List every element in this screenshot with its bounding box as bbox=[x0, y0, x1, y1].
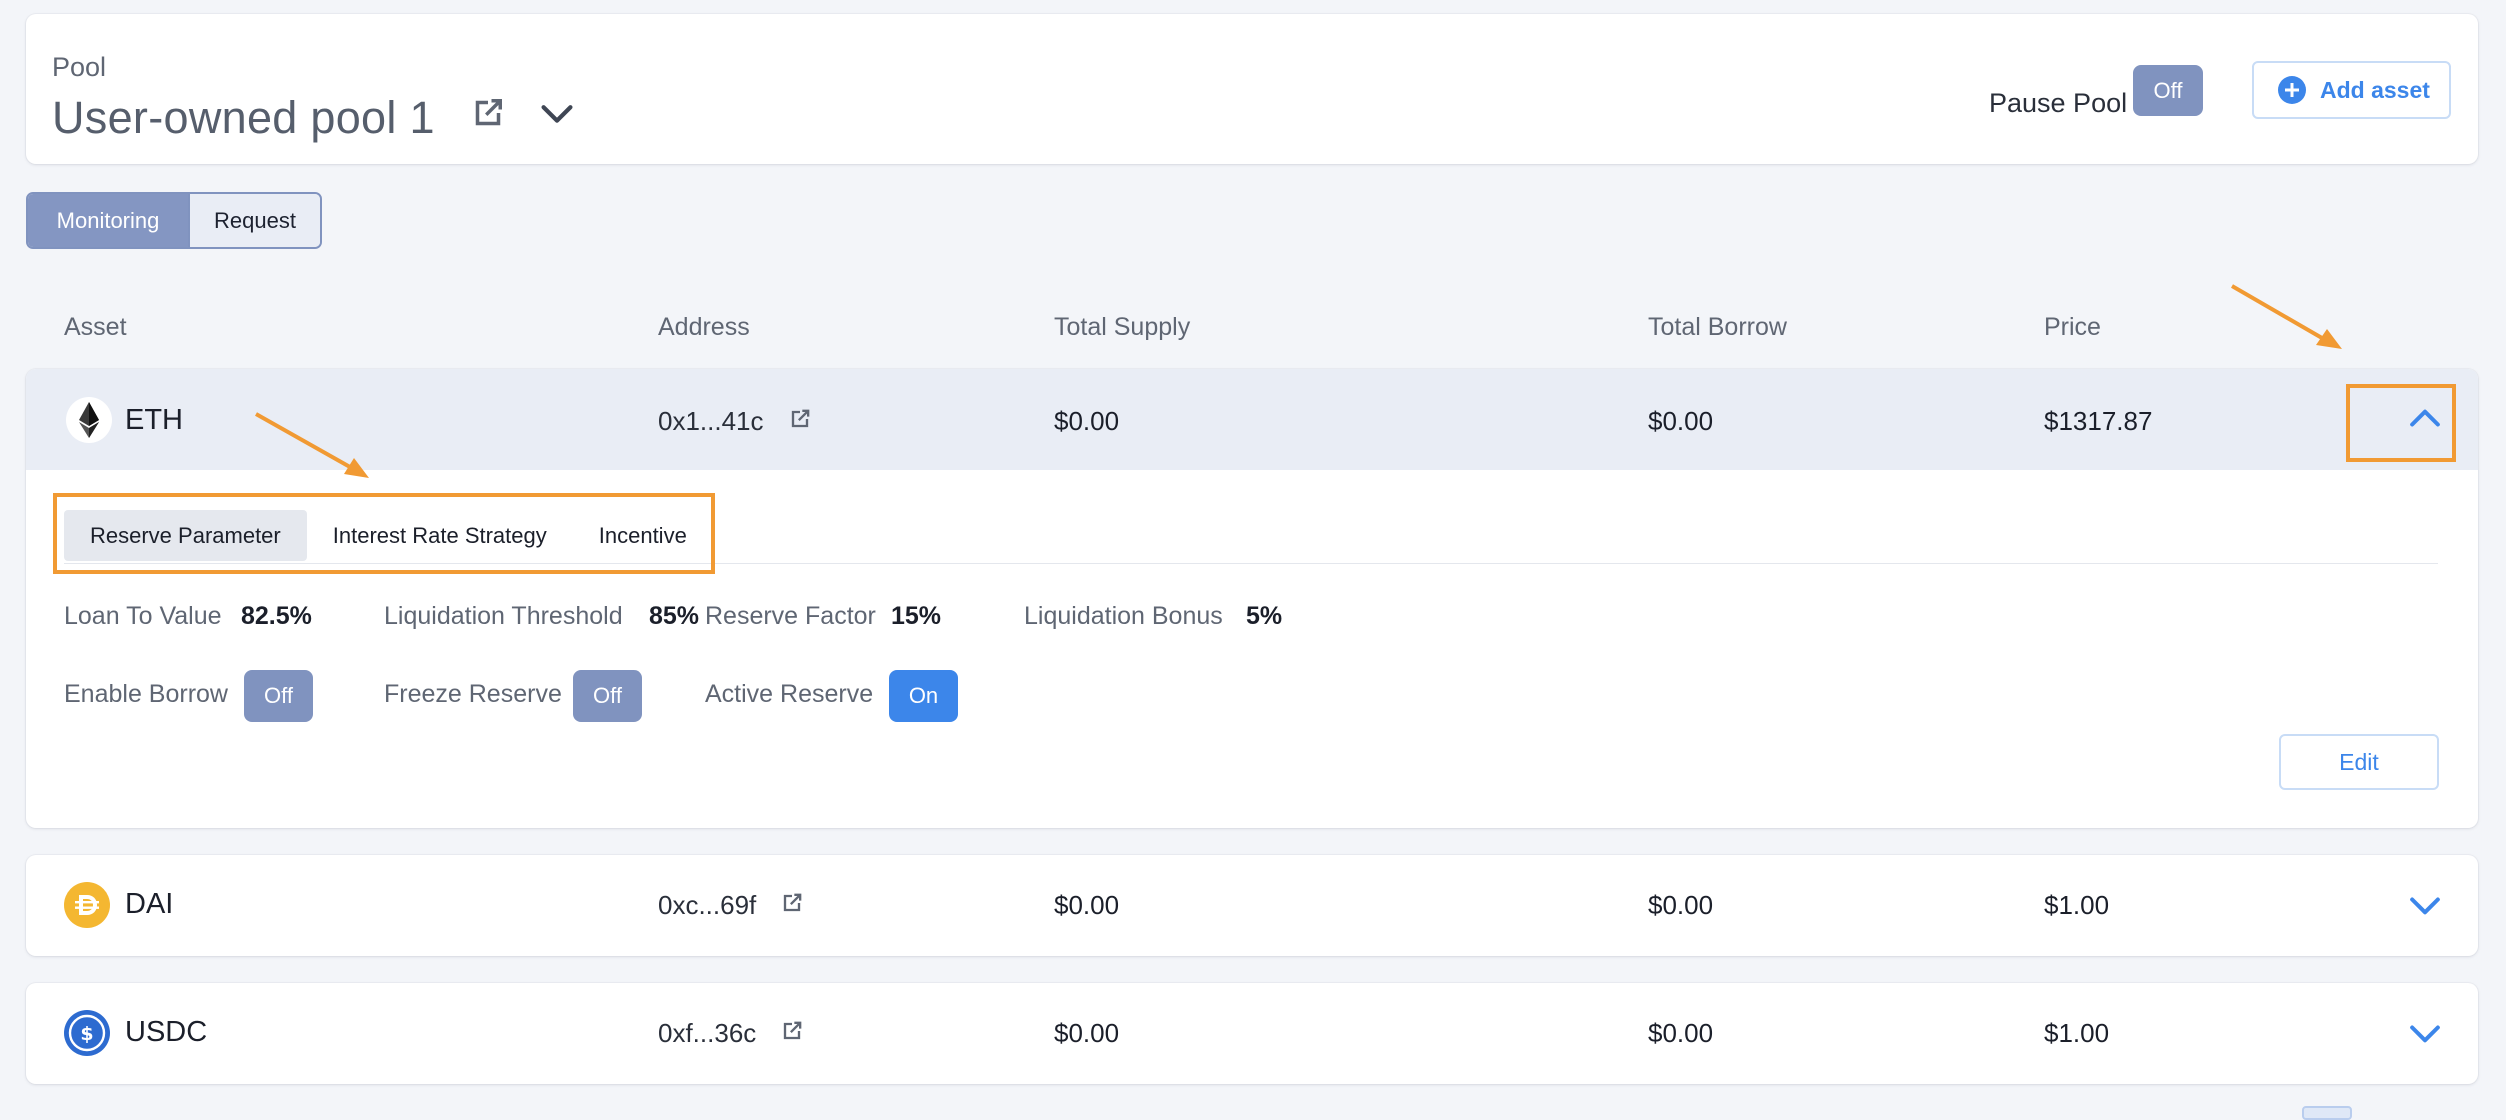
freeze-reserve-label: Freeze Reserve bbox=[384, 680, 562, 708]
tab-request[interactable]: Request bbox=[188, 194, 320, 247]
total-borrow-value: $0.00 bbox=[1648, 1018, 1714, 1048]
annotation-arrowhead bbox=[2316, 329, 2342, 349]
add-asset-label: Add asset bbox=[2320, 76, 2430, 103]
reserve-detail-tabs: Reserve Parameter Interest Rate Strategy… bbox=[64, 510, 713, 561]
tab-monitoring[interactable]: Monitoring bbox=[28, 194, 188, 247]
view-tabs: Monitoring Request bbox=[26, 192, 322, 249]
pool-header-card: Pool User-owned pool 1 Pause Pool Off Ad… bbox=[26, 14, 2478, 164]
liquidation-bonus-label: Liquidation Bonus bbox=[1024, 602, 1223, 630]
liquidation-threshold-label: Liquidation Threshold bbox=[384, 602, 623, 630]
price-value: $1.00 bbox=[2044, 1018, 2110, 1048]
annotation-arrow-line bbox=[2230, 284, 2324, 340]
pool-label: Pool bbox=[52, 52, 107, 82]
asset-symbol: USDC bbox=[125, 1016, 208, 1048]
edit-button[interactable]: Edit bbox=[2279, 734, 2439, 790]
reserve-factor-label: Reserve Factor bbox=[705, 602, 876, 630]
total-supply-value: $0.00 bbox=[1054, 890, 1120, 920]
plus-circle-icon bbox=[2278, 76, 2306, 104]
divider bbox=[64, 563, 2438, 564]
liquidation-bonus-value: 5% bbox=[1246, 602, 1283, 630]
tab-incentive[interactable]: Incentive bbox=[573, 510, 713, 561]
freeze-reserve-toggle[interactable]: Off bbox=[573, 670, 642, 722]
pagination-button[interactable] bbox=[2302, 1106, 2352, 1120]
chevron-down-icon[interactable] bbox=[2403, 1011, 2447, 1055]
pause-pool-label: Pause Pool bbox=[1989, 88, 2128, 118]
enable-borrow-toggle[interactable]: Off bbox=[244, 670, 313, 722]
tab-reserve-parameter[interactable]: Reserve Parameter bbox=[64, 510, 307, 561]
total-borrow-value: $0.00 bbox=[1648, 890, 1714, 920]
enable-borrow-label: Enable Borrow bbox=[64, 680, 228, 708]
pool-title: User-owned pool 1 bbox=[52, 92, 435, 143]
asset-row-dai[interactable]: DAI 0xc...69f $0.00 $0.00 $1.00 bbox=[26, 855, 2478, 956]
asset-address: 0x1...41c bbox=[658, 406, 764, 436]
active-reserve-toggle[interactable]: On bbox=[889, 670, 958, 722]
asset-symbol: ETH bbox=[125, 404, 183, 436]
column-header-address: Address bbox=[658, 313, 750, 341]
reserve-factor-value: 15% bbox=[891, 602, 942, 630]
ethereum-icon bbox=[66, 397, 112, 443]
tab-interest-rate-strategy[interactable]: Interest Rate Strategy bbox=[307, 510, 573, 561]
active-reserve-label: Active Reserve bbox=[705, 680, 874, 708]
asset-row-usdc[interactable]: $ USDC 0xf...36c $0.00 $0.00 $1.00 bbox=[26, 983, 2478, 1084]
column-header-price: Price bbox=[2044, 313, 2101, 341]
price-value: $1.00 bbox=[2044, 890, 2110, 920]
external-link-icon[interactable] bbox=[778, 889, 806, 917]
add-asset-button[interactable]: Add asset bbox=[2252, 61, 2451, 119]
total-supply-value: $0.00 bbox=[1054, 1018, 1120, 1048]
external-link-icon[interactable] bbox=[778, 1017, 806, 1045]
asset-address: 0xc...69f bbox=[658, 890, 757, 920]
pause-pool-toggle[interactable]: Off bbox=[2133, 65, 2203, 116]
total-supply-value: $0.00 bbox=[1054, 406, 1120, 436]
asset-row-eth: ETH 0x1...41c $0.00 $0.00 $1317.87 Loan … bbox=[26, 369, 2478, 828]
ltv-label: Loan To Value bbox=[64, 602, 222, 630]
external-link-icon[interactable] bbox=[467, 92, 509, 134]
column-header-total-supply: Total Supply bbox=[1054, 313, 1191, 341]
liquidation-threshold-value: 85% bbox=[649, 602, 700, 630]
usdc-icon: $ bbox=[64, 1010, 110, 1056]
total-borrow-value: $0.00 bbox=[1648, 406, 1714, 436]
column-header-total-borrow: Total Borrow bbox=[1648, 313, 1787, 341]
chevron-down-icon[interactable] bbox=[534, 90, 580, 136]
ltv-value: 82.5% bbox=[241, 602, 312, 630]
price-value: $1317.87 bbox=[2044, 406, 2153, 436]
external-link-icon[interactable] bbox=[786, 405, 814, 433]
dai-icon bbox=[64, 882, 110, 928]
chevron-up-icon[interactable] bbox=[2403, 397, 2447, 441]
svg-text:$: $ bbox=[80, 1023, 93, 1045]
column-header-asset: Asset bbox=[64, 313, 127, 341]
asset-address: 0xf...36c bbox=[658, 1018, 757, 1048]
asset-symbol: DAI bbox=[125, 888, 174, 920]
chevron-down-icon[interactable] bbox=[2403, 883, 2447, 927]
